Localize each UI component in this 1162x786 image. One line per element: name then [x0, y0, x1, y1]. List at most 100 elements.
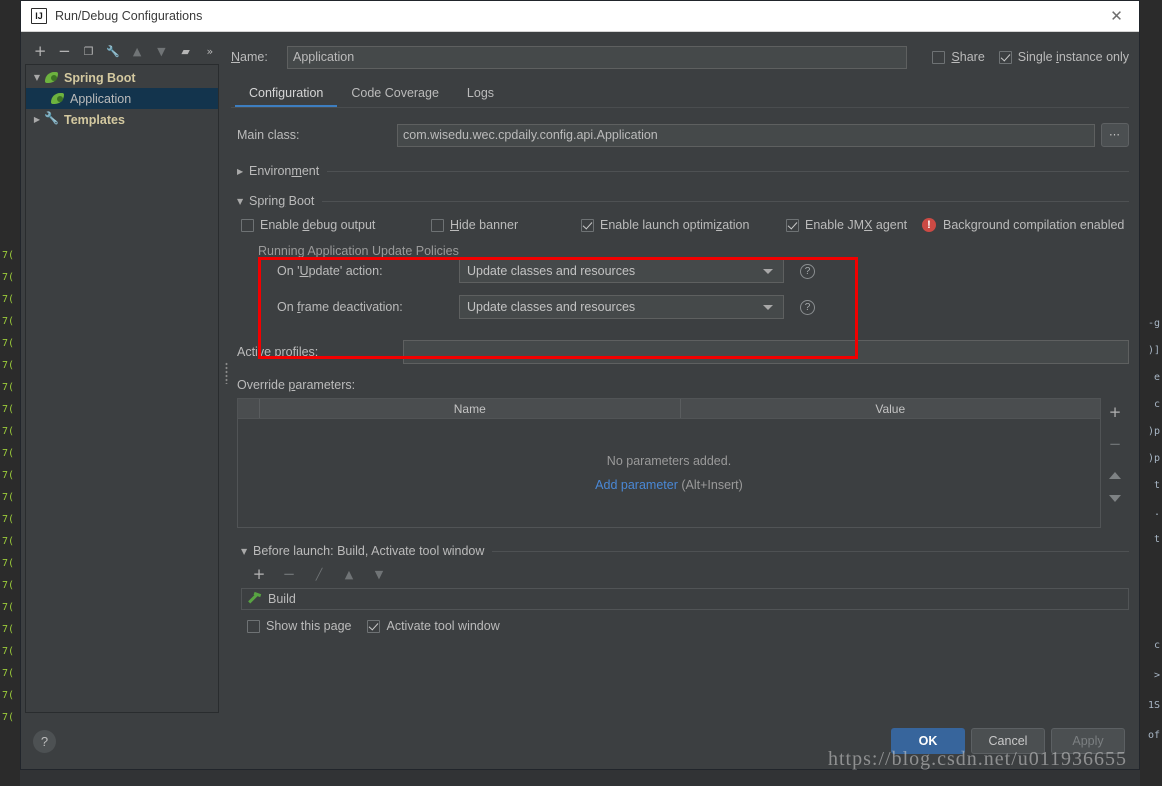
share-checkbox-label: Share [951, 50, 985, 64]
background-code-line: )] [1147, 345, 1160, 356]
tab-logs[interactable]: Logs [453, 80, 508, 107]
move-task-up-button[interactable]: ▲ [337, 563, 361, 585]
background-code-line: 7( [2, 294, 15, 305]
tree-item-label: Application [70, 91, 132, 106]
chevron-down-icon[interactable]: ▼ [237, 197, 249, 206]
main-class-label: Main class: [237, 128, 300, 142]
enable-jmx-agent-checkbox[interactable]: Enable JMX agent [786, 218, 922, 232]
background-code-line: 7( [2, 448, 15, 459]
tree-item-spring-boot[interactable]: ▼ Spring Boot [26, 67, 218, 88]
move-up-button[interactable]: ▲ [126, 40, 148, 62]
tab-configuration[interactable]: Configuration [235, 80, 338, 107]
tree-item-templates[interactable]: ▶ Templates [26, 109, 218, 130]
before-launch-toolbar: + − ╱ ▲ ▼ [241, 562, 1129, 586]
background-code-line: c [1153, 399, 1160, 410]
chevron-down-icon[interactable] [763, 304, 773, 310]
help-icon[interactable]: ? [800, 263, 815, 279]
on-update-action-row: On 'Update' action: Update classes and r… [241, 258, 1129, 284]
single-instance-only-label: Single instance only [1017, 50, 1129, 64]
remove-configuration-button[interactable]: − [53, 40, 75, 62]
background-code-line: 7( [2, 580, 15, 591]
hide-banner-checkbox[interactable]: Hide banner [431, 218, 581, 232]
running-application-update-policies-group: Running Application Update Policies On '… [241, 244, 1129, 336]
background-compilation-warning: Background compilation enabled [943, 218, 1125, 232]
column-header-name[interactable]: Name [260, 399, 681, 418]
add-task-button[interactable]: + [247, 563, 271, 585]
close-icon[interactable]: ✕ [1094, 1, 1139, 32]
move-task-down-button[interactable]: ▼ [367, 563, 391, 585]
chevron-down-icon[interactable]: ▼ [30, 73, 44, 82]
spring-boot-section-header[interactable]: ▼ Spring Boot [237, 194, 1129, 208]
checkbox-box-icon [241, 218, 254, 232]
chevron-down-icon[interactable] [763, 268, 773, 274]
hide-banner-label: Hide banner [450, 218, 519, 232]
main-class-input[interactable] [397, 123, 1095, 147]
single-instance-only-checkbox[interactable]: Single instance only [998, 50, 1129, 64]
background-code-line: 7( [2, 690, 15, 701]
edit-templates-button[interactable]: 🔧 [102, 40, 124, 62]
background-code-line: 7( [2, 272, 15, 283]
enable-debug-output-label: Enable debug output [260, 218, 376, 232]
on-frame-deactivation-label: On frame deactivation: [277, 300, 403, 314]
background-code-line: 7( [2, 316, 15, 327]
move-parameter-down-button[interactable] [1109, 495, 1121, 502]
chevron-right-icon[interactable]: ▶ [30, 115, 44, 124]
add-parameter-button[interactable]: + [1105, 404, 1125, 420]
configurations-pane: + − ❐ 🔧 ▲ ▼ ▰ » ▼ Spring Boot Applicatio… [21, 32, 221, 713]
remove-parameter-button[interactable]: − [1105, 436, 1125, 452]
environment-section-header[interactable]: ▶ Environment [237, 164, 1129, 178]
column-header-value[interactable]: Value [681, 399, 1101, 418]
help-button[interactable]: ? [33, 729, 56, 753]
share-checkbox[interactable]: Share [932, 50, 985, 64]
apply-button: Apply [1051, 728, 1125, 754]
name-input[interactable] [287, 45, 907, 69]
spring-boot-icon [44, 71, 60, 85]
activate-tool-window-checkbox[interactable]: Activate tool window [367, 619, 500, 633]
new-folder-button[interactable]: ▰ [175, 40, 197, 62]
show-this-page-checkbox[interactable]: Show this page [247, 619, 351, 633]
update-policies-legend: Running Application Update Policies [255, 244, 462, 258]
pane-splitter[interactable] [221, 32, 231, 713]
environment-section-label: Environment [249, 164, 320, 178]
enable-debug-output-checkbox[interactable]: Enable debug output [241, 218, 431, 232]
more-options-button[interactable]: » [199, 40, 221, 62]
before-launch-task-label: Build [268, 592, 296, 606]
on-update-action-combobox[interactable]: Update classes and resources [459, 259, 784, 283]
active-profiles-input[interactable] [403, 340, 1129, 364]
chevron-down-icon[interactable]: ▼ [241, 547, 253, 556]
override-parameters-table[interactable]: Name Value No parameters added. Add para… [237, 398, 1101, 528]
configurations-tree[interactable]: ▼ Spring Boot Application ▶ Templates [25, 64, 219, 713]
before-launch-header[interactable]: ▼ Before launch: Build, Activate tool wi… [241, 544, 1129, 558]
background-code-line: 7( [2, 602, 15, 613]
on-frame-deactivation-combobox[interactable]: Update classes and resources [459, 295, 784, 319]
remove-task-button[interactable]: − [277, 563, 301, 585]
intellij-idea-icon: IJ [31, 8, 47, 24]
checkbox-box-icon [932, 50, 946, 64]
move-parameter-up-button[interactable] [1109, 472, 1121, 479]
move-down-button[interactable]: ▼ [150, 40, 172, 62]
chevron-right-icon[interactable]: ▶ [237, 167, 249, 176]
add-parameter-link[interactable]: Add parameter [595, 478, 678, 492]
section-divider [327, 170, 1129, 172]
ide-background-right-gutter [1140, 0, 1162, 786]
name-row: Name: Share Single instance only [231, 42, 1129, 72]
add-parameter-hint: Add parameter (Alt+Insert) [595, 478, 743, 492]
dialog-title: Run/Debug Configurations [55, 9, 203, 23]
browse-main-class-button[interactable]: ⋯ [1101, 123, 1129, 147]
enable-launch-optimization-checkbox[interactable]: Enable launch optimization [581, 218, 786, 232]
tab-code-coverage[interactable]: Code Coverage [337, 80, 453, 107]
override-parameters-toolbar: + − [1101, 398, 1129, 528]
add-configuration-button[interactable]: + [29, 40, 51, 62]
background-code-line: . [1153, 507, 1160, 518]
on-update-action-value: Update classes and resources [467, 264, 636, 278]
add-parameter-shortcut: (Alt+Insert) [681, 478, 743, 492]
edit-task-button[interactable]: ╱ [307, 563, 331, 585]
help-icon[interactable]: ? [800, 299, 815, 315]
cancel-button[interactable]: Cancel [971, 728, 1045, 754]
ok-button[interactable]: OK [891, 728, 965, 754]
tree-item-application[interactable]: Application [26, 88, 218, 109]
copy-configuration-button[interactable]: ❐ [78, 40, 100, 62]
before-launch-task-list[interactable]: Build [241, 588, 1129, 610]
background-code-line: 7( [2, 624, 15, 635]
table-header-gutter [238, 399, 260, 418]
